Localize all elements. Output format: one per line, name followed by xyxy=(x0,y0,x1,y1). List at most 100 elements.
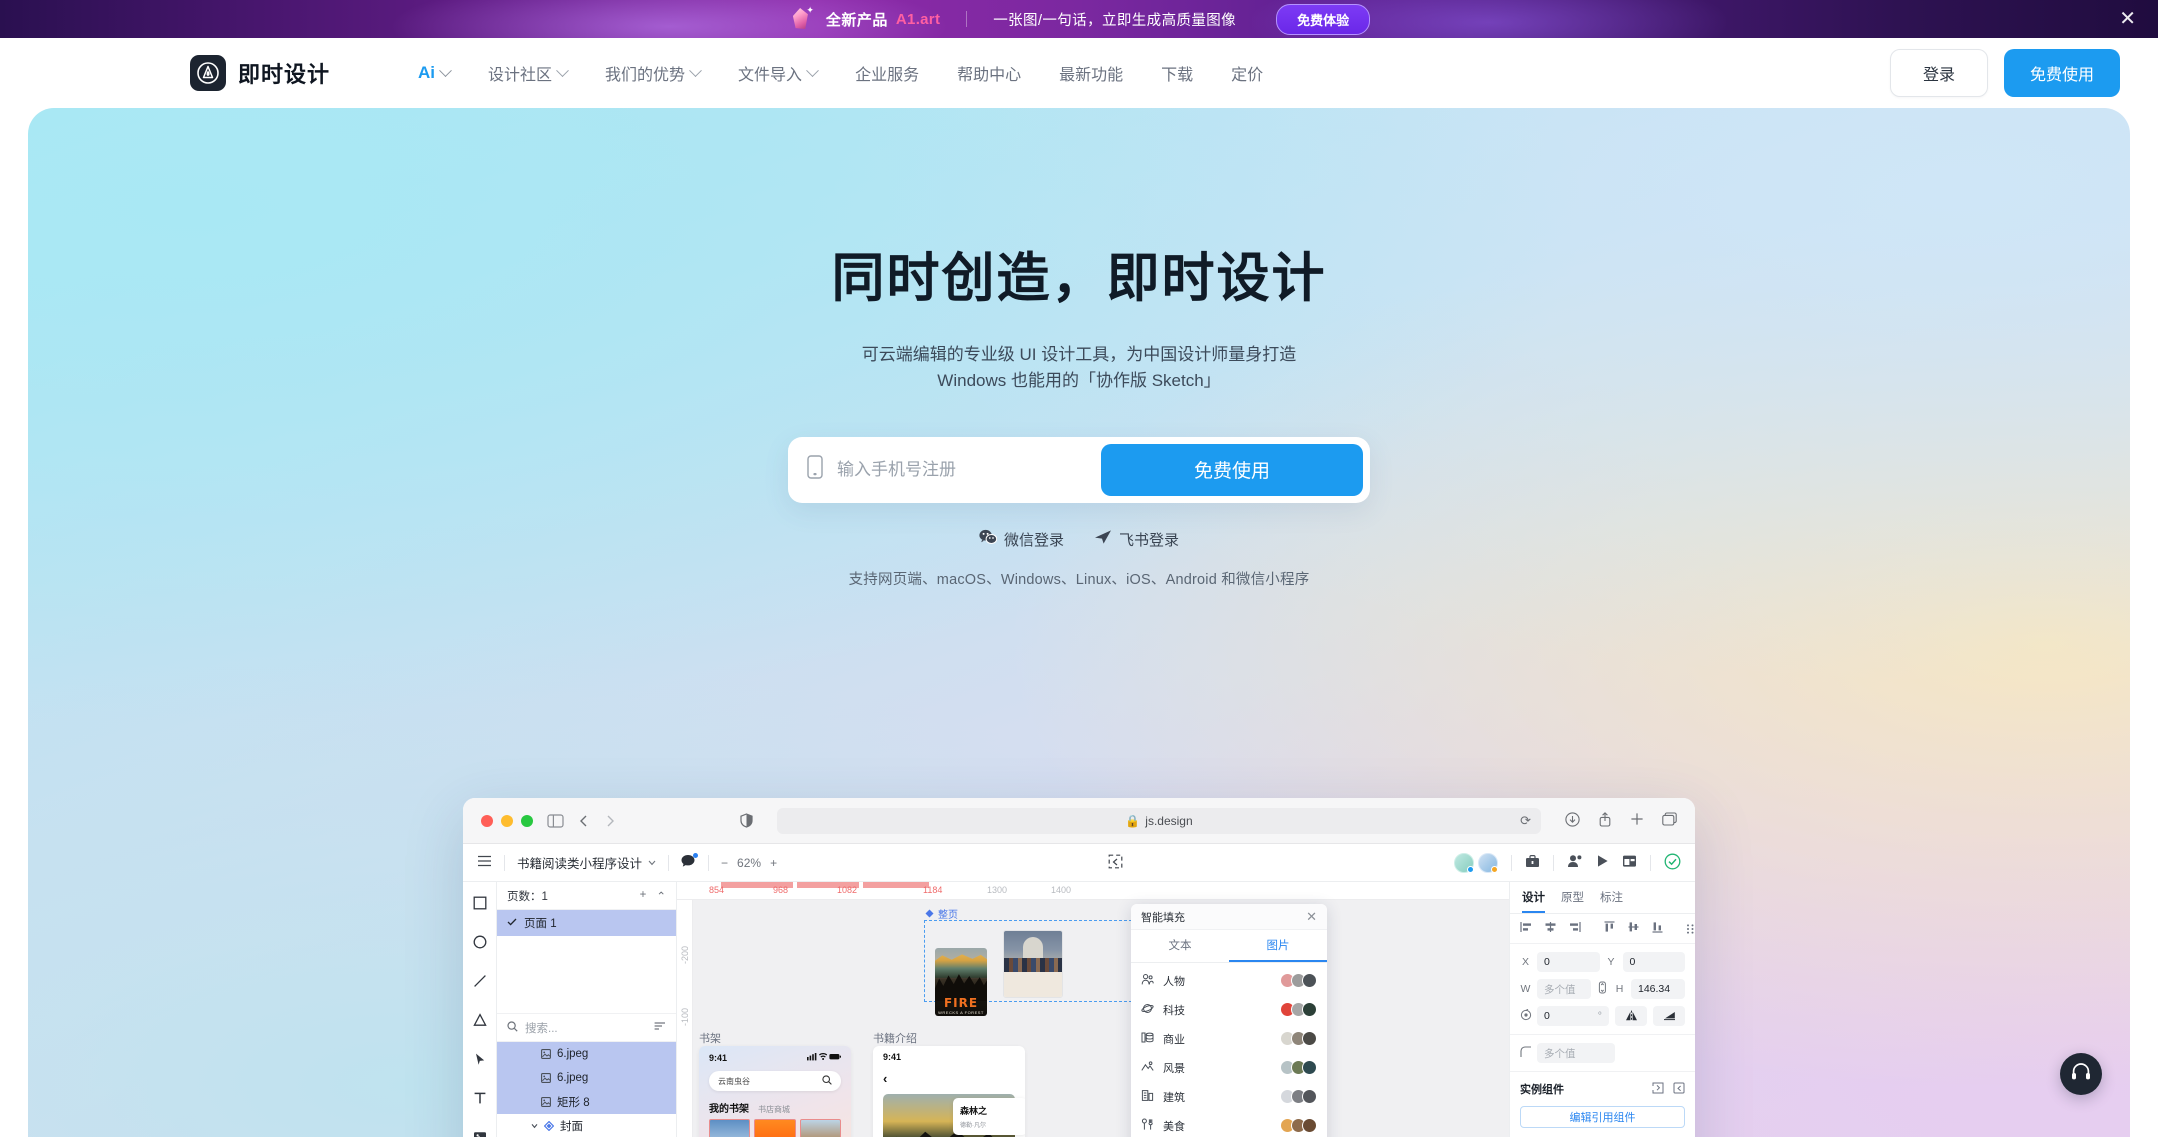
goto-main-component-icon[interactable] xyxy=(1673,1082,1685,1097)
add-page-button[interactable]: + xyxy=(640,889,647,903)
close-window-icon[interactable] xyxy=(481,814,493,827)
book-cover[interactable] xyxy=(799,1119,841,1137)
tab-my-shelf[interactable]: 我的书架 xyxy=(709,1100,749,1115)
crowd-artwork[interactable] xyxy=(1003,930,1063,998)
flip-horizontal-button[interactable] xyxy=(1615,1006,1647,1026)
feishu-login-button[interactable]: 飞书登录 xyxy=(1094,529,1179,550)
nav-item-whats-new[interactable]: 最新功能 xyxy=(1059,61,1123,85)
w-field[interactable]: 多个值 xyxy=(1537,979,1591,999)
maximize-window-icon[interactable] xyxy=(521,814,533,827)
back-icon[interactable]: ‹ xyxy=(873,1064,1025,1086)
nav-item-advantages[interactable]: 我们的优势 xyxy=(605,61,702,85)
phone-mockup-bookshelf[interactable]: 9:41 云南虫谷 我的书架 书店商城 xyxy=(699,1046,851,1137)
saved-check-icon[interactable] xyxy=(1664,853,1681,873)
list-item[interactable]: 矩形 8 xyxy=(497,1090,676,1114)
text-tool-icon[interactable] xyxy=(473,1091,487,1108)
list-item[interactable]: 建筑 xyxy=(1131,1082,1327,1111)
book-cover[interactable] xyxy=(709,1119,751,1137)
chevron-down-icon[interactable] xyxy=(531,1123,538,1129)
y-field[interactable]: 0 xyxy=(1622,952,1685,972)
image-tool-icon[interactable] xyxy=(473,1130,487,1137)
list-item[interactable]: 美食 xyxy=(1131,1111,1327,1137)
flip-vertical-button[interactable] xyxy=(1653,1006,1685,1026)
close-icon[interactable]: ✕ xyxy=(1306,909,1317,925)
new-tab-icon[interactable] xyxy=(1630,812,1644,829)
reload-icon[interactable]: ⟳ xyxy=(1520,813,1531,829)
list-item[interactable]: 商业 xyxy=(1131,1024,1327,1053)
shield-icon[interactable] xyxy=(740,813,753,828)
align-center-h-icon[interactable] xyxy=(1544,921,1557,936)
list-item[interactable]: 风景 xyxy=(1131,1053,1327,1082)
frame-reset-icon[interactable] xyxy=(1108,854,1123,872)
present-icon[interactable] xyxy=(1596,854,1609,871)
file-name[interactable]: 书籍阅读类小程序设计 xyxy=(517,853,656,872)
nav-item-pricing[interactable]: 定价 xyxy=(1231,61,1263,85)
zoom-out-button[interactable]: − xyxy=(721,856,728,870)
tab-annotation[interactable]: 标注 xyxy=(1600,889,1623,913)
filter-icon[interactable] xyxy=(654,1021,666,1034)
pen-tool-icon[interactable] xyxy=(473,1052,487,1069)
align-center-v-icon[interactable] xyxy=(1627,921,1640,936)
share-icon[interactable] xyxy=(1598,811,1612,830)
align-bottom-icon[interactable] xyxy=(1651,921,1664,936)
list-item[interactable]: 科技 xyxy=(1131,995,1327,1024)
nav-item-import[interactable]: 文件导入 xyxy=(738,61,819,85)
polygon-tool-icon[interactable] xyxy=(472,1013,487,1030)
design-canvas[interactable]: 854 968 1082 1184 1300 1400 -200 -100 整页 xyxy=(677,882,1509,1137)
page-item[interactable]: 页面 1 xyxy=(497,910,676,936)
signup-submit-button[interactable]: 免费使用 xyxy=(1101,443,1363,496)
sidebar-toggle-icon[interactable] xyxy=(547,813,564,828)
ellipse-tool-icon[interactable] xyxy=(473,935,487,952)
list-item[interactable]: 6.jpeg xyxy=(497,1066,676,1090)
corner-radius-field[interactable]: 多个值 xyxy=(1537,1043,1615,1063)
phone-search-field[interactable]: 云南虫谷 xyxy=(709,1071,841,1091)
back-icon[interactable] xyxy=(578,814,590,828)
window-controls[interactable] xyxy=(481,814,533,827)
collaborator-avatars[interactable] xyxy=(1454,852,1498,873)
menu-icon[interactable] xyxy=(477,855,492,870)
tab-design[interactable]: 设计 xyxy=(1522,889,1545,913)
promo-cta-button[interactable]: 免费体验 xyxy=(1276,3,1371,35)
collapse-pages-icon[interactable]: ⌃ xyxy=(656,889,666,903)
close-icon[interactable]: ✕ xyxy=(2119,9,2136,29)
comment-icon[interactable] xyxy=(681,853,699,871)
nav-item-enterprise[interactable]: 企业服务 xyxy=(855,61,919,85)
edit-component-button[interactable]: 编辑引用组件 xyxy=(1520,1106,1685,1128)
minimize-window-icon[interactable] xyxy=(501,814,513,827)
h-field[interactable]: 146.34 xyxy=(1631,979,1685,999)
help-support-button[interactable] xyxy=(2060,1053,2102,1095)
share-members-icon[interactable] xyxy=(1567,854,1583,871)
layout-icon[interactable] xyxy=(1622,854,1637,871)
frame-label[interactable]: 整页 xyxy=(925,906,958,921)
zoom-in-button[interactable]: + xyxy=(770,856,777,870)
brand-logo[interactable]: 即时设计 xyxy=(190,55,330,91)
phone-mockup-bookdetail[interactable]: 9:41 ‹ 森林之 德勒·凡尔 xyxy=(873,1046,1025,1137)
nav-item-ai[interactable]: Ai xyxy=(418,63,452,83)
align-top-icon[interactable] xyxy=(1603,921,1616,936)
toolbox-icon[interactable] xyxy=(1525,854,1540,871)
login-button[interactable]: 登录 xyxy=(1889,49,1988,97)
rectangle-tool-icon[interactable] xyxy=(473,896,487,913)
tab-prototype[interactable]: 原型 xyxy=(1561,889,1584,913)
nav-item-help[interactable]: 帮助中心 xyxy=(957,61,1021,85)
list-item[interactable]: 6.jpeg xyxy=(497,1042,676,1066)
rotation-field[interactable]: 0 ° xyxy=(1537,1006,1609,1026)
url-bar[interactable]: 🔒 js.design ⟳ xyxy=(777,807,1541,834)
list-item[interactable]: 封面 xyxy=(497,1114,676,1137)
free-trial-button[interactable]: 免费使用 xyxy=(2003,49,2120,97)
detach-instance-icon[interactable] xyxy=(1652,1082,1664,1097)
wechat-login-button[interactable]: 微信登录 xyxy=(979,529,1064,550)
book-cover[interactable] xyxy=(754,1119,796,1137)
align-right-icon[interactable] xyxy=(1568,921,1581,936)
download-icon[interactable] xyxy=(1565,811,1580,830)
tab-image[interactable]: 图片 xyxy=(1229,930,1327,962)
list-item[interactable]: 人物 xyxy=(1131,966,1327,995)
x-field[interactable]: 0 xyxy=(1537,952,1600,972)
link-ratio-icon[interactable] xyxy=(1597,981,1608,997)
distribute-menu[interactable] xyxy=(1686,923,1695,935)
layer-search[interactable]: 搜索... xyxy=(497,1014,676,1042)
nav-item-download[interactable]: 下载 xyxy=(1161,61,1193,85)
poster-artwork[interactable]: FIRE WRECKS A FOREST xyxy=(935,948,987,1016)
tab-bookstore[interactable]: 书店商城 xyxy=(758,1104,790,1115)
tabs-overview-icon[interactable] xyxy=(1662,812,1677,829)
